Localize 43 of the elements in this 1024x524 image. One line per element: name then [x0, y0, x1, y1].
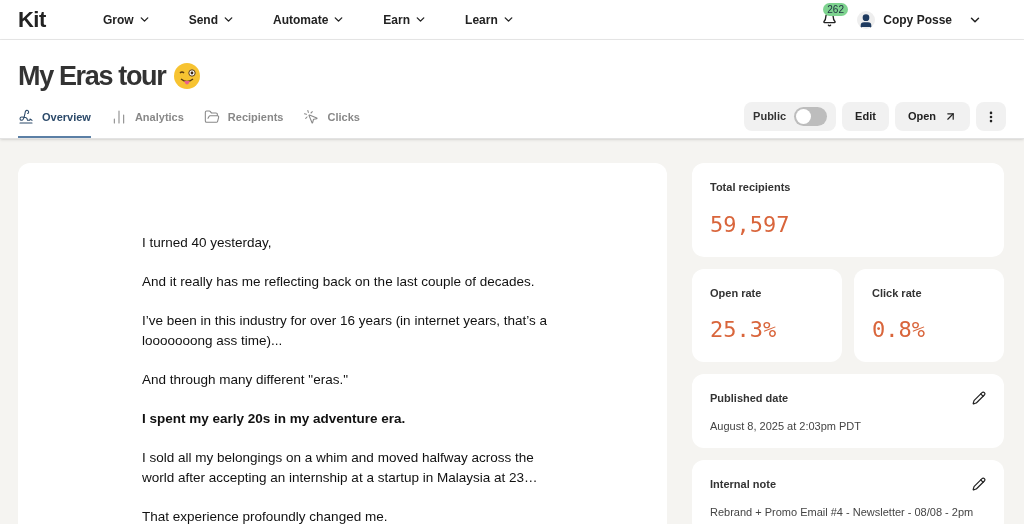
edit-pencil-button[interactable]	[972, 477, 986, 492]
email-paragraph: I sold all my belongings on a whim and moved halfway across the world after accepting an internship at a startup in Malaysia at 23…	[142, 449, 539, 487]
edit-button[interactable]: Edit	[842, 102, 889, 131]
account-menu[interactable]: Copy Posse	[857, 10, 982, 29]
nav-menu[interactable]: Grow	[103, 10, 151, 29]
stat-value: 0.8%	[872, 316, 926, 344]
detail-label: Internal note	[710, 477, 776, 492]
public-label: Public	[753, 109, 787, 125]
open-button[interactable]: Open	[894, 102, 970, 131]
public-switch[interactable]	[794, 107, 828, 126]
edit-pencil-button[interactable]	[972, 391, 986, 406]
detail-value: August 8, 2025 at 2:03pm PDT	[710, 418, 863, 434]
notification-badge: 262	[823, 2, 848, 16]
cursor-click-icon	[303, 109, 320, 125]
tab[interactable]: Overview	[18, 102, 91, 138]
arrow-up-right-icon	[944, 110, 957, 123]
page-title: My Eras tour	[18, 62, 166, 90]
email-paragraph: And through many different "eras."	[142, 371, 349, 389]
detail-value: Rebrand + Promo Email #4 - Newsletter - 08/08 - 2pm	[710, 504, 975, 520]
signature-icon	[18, 109, 34, 125]
stat-label: Open rate	[710, 285, 763, 301]
winking-face-icon	[173, 62, 202, 90]
tab[interactable]: Clicks	[303, 102, 360, 138]
nav-menu[interactable]: Learn	[465, 10, 515, 29]
bell-icon[interactable]	[821, 12, 837, 27]
stat-label: Click rate	[872, 285, 923, 301]
email-paragraph: I’ve been in this industry for over 16 years (in internet years, that’s a looooooong ass time)...	[142, 312, 547, 350]
logo[interactable]: Kit	[18, 8, 103, 31]
tab[interactable]: Recipients	[203, 102, 284, 138]
email-paragraph: I spent my early 20s in my adventure era.	[142, 410, 407, 428]
avatar-icon	[857, 10, 876, 29]
stat-value: 25.3%	[710, 316, 778, 344]
stat-label: Total recipients	[710, 180, 792, 195]
email-paragraph: And it really has me reflecting back on the last couple of decades.	[142, 273, 536, 291]
folder-icon	[203, 109, 220, 125]
detail-label: Published date	[710, 391, 789, 406]
nav-menu[interactable]: Automate	[273, 10, 346, 29]
nav-menu[interactable]: Send	[188, 10, 235, 29]
tab[interactable]: Analytics	[110, 102, 184, 138]
email-paragraph: I turned 40 yesterday,	[142, 234, 273, 252]
nav-menu[interactable]: Earn	[383, 10, 428, 29]
email-paragraph: That experience profoundly changed me.	[142, 508, 389, 524]
stat-value: 59,597	[710, 210, 791, 239]
